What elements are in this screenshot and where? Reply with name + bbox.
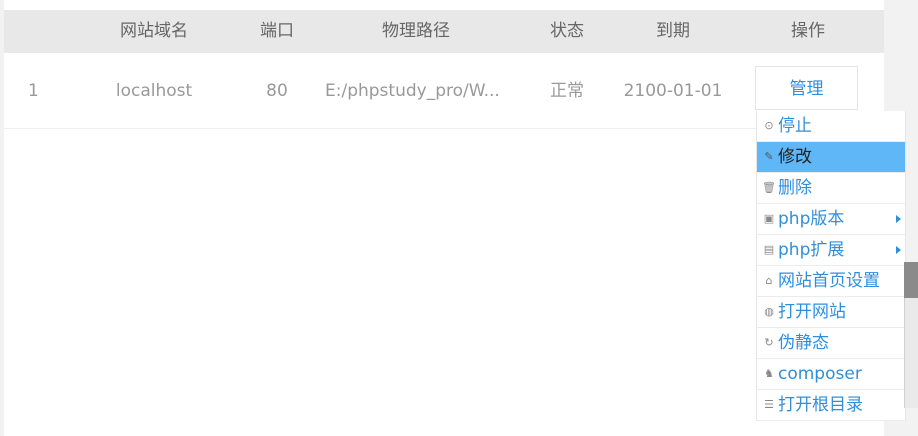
menu-item-delete[interactable]: 🗑 删除 — [757, 173, 905, 204]
menu-item-stop[interactable]: ⊙ 停止 — [757, 111, 905, 142]
manage-button[interactable]: 管理 — [755, 66, 858, 110]
menu-item-label: 停止 — [778, 116, 812, 136]
table-row: 1 localhost 80 E:/phpstudy_pro/W... 正常 2… — [4, 54, 884, 129]
menu-item-label: composer — [778, 364, 862, 384]
header-status: 状态 — [550, 21, 584, 41]
menu-item-php-version[interactable]: ▣ php版本 — [757, 204, 905, 235]
stop-icon: ⊙ — [764, 119, 774, 132]
menu-item-open-root-dir[interactable]: ☰ 打开根目录 — [757, 390, 905, 421]
header-actions: 操作 — [791, 21, 825, 41]
header-domain: 网站域名 — [120, 21, 188, 41]
menu-item-edit[interactable]: ✎ 修改 — [757, 142, 905, 173]
row-port: 80 — [266, 81, 288, 101]
manage-dropdown-menu: ⊙ 停止 ✎ 修改 🗑 删除 ▣ php版本 ▤ php扩展 ⌂ 网站首页设置 … — [756, 111, 906, 421]
menu-item-label: 打开根目录 — [778, 395, 863, 415]
menu-item-label: 网站首页设置 — [778, 271, 880, 291]
scrollbar-thumb[interactable] — [904, 262, 918, 298]
menu-item-label: 删除 — [778, 178, 812, 198]
menu-item-homepage-settings[interactable]: ⌂ 网站首页设置 — [757, 266, 905, 297]
list-icon: ☰ — [764, 398, 774, 411]
row-path: E:/phpstudy_pro/W... — [325, 81, 500, 101]
header-expiry: 到期 — [656, 21, 690, 41]
menu-item-rewrite[interactable]: ↻ 伪静态 — [757, 328, 905, 359]
menu-item-label: 修改 — [778, 147, 812, 167]
php-version-icon: ▣ — [763, 212, 775, 225]
menu-item-label: php扩展 — [778, 240, 845, 260]
row-index: 1 — [28, 81, 39, 101]
menu-item-composer[interactable]: ♞ composer — [757, 359, 905, 390]
php-extension-icon: ▤ — [763, 243, 775, 256]
header-path: 物理路径 — [382, 21, 450, 41]
pencil-icon: ✎ — [764, 150, 774, 163]
menu-item-php-extension[interactable]: ▤ php扩展 — [757, 235, 905, 266]
row-domain: localhost — [115, 81, 193, 101]
submenu-arrow-icon — [896, 215, 901, 223]
composer-icon: ♞ — [764, 367, 774, 380]
trash-icon: 🗑 — [762, 181, 776, 194]
menu-item-label: 打开网站 — [778, 302, 846, 322]
row-status: 正常 — [550, 81, 584, 101]
globe-icon: ◍ — [764, 305, 774, 318]
menu-item-label: 伪静态 — [778, 333, 829, 353]
menu-item-label: php版本 — [778, 209, 845, 229]
header-index — [4, 10, 64, 53]
submenu-arrow-icon — [896, 246, 901, 254]
header-port: 端口 — [260, 21, 294, 41]
menu-item-open-site[interactable]: ◍ 打开网站 — [757, 297, 905, 328]
row-expiry: 2100-01-01 — [623, 81, 723, 101]
home-icon: ⌂ — [765, 274, 773, 287]
table-header: 网站域名 端口 物理路径 状态 到期 操作 — [4, 10, 884, 53]
refresh-icon: ↻ — [764, 336, 774, 349]
scrollbar-track[interactable] — [904, 298, 918, 408]
